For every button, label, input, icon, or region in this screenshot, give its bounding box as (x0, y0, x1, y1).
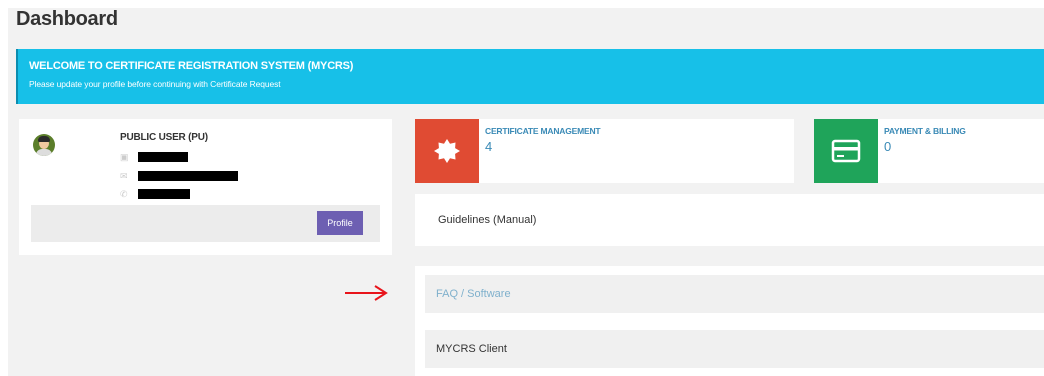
payment-tile-count: 0 (884, 139, 892, 154)
mycrs-client-label: MYCRS Client (436, 343, 507, 355)
red-arrow-icon (345, 285, 388, 301)
profile-footer: Profile (31, 205, 380, 242)
user-avatar-icon (33, 134, 55, 156)
guidelines-panel[interactable]: Guidelines (Manual) (415, 194, 1044, 246)
faq-software-label: FAQ / Software (436, 288, 511, 300)
tile-payment-billing[interactable]: PAYMENT & BILLING 0 (814, 119, 1044, 183)
guidelines-label: Guidelines (Manual) (438, 214, 537, 226)
phone-icon: ✆ (120, 189, 128, 199)
certificate-tile-label: CERTIFICATE MANAGEMENT (485, 126, 601, 136)
redacted-id (138, 152, 188, 162)
downloads-panel: FAQ / Software MYCRS Client (415, 266, 1044, 376)
banner-title: WELCOME TO CERTIFICATE REGISTRATION SYST… (29, 60, 354, 72)
mycrs-client-row[interactable]: MYCRS Client (425, 330, 1044, 368)
certificate-seal-icon (434, 139, 460, 163)
envelope-icon: ✉ (120, 171, 128, 181)
welcome-banner: WELCOME TO CERTIFICATE REGISTRATION SYST… (16, 49, 1044, 104)
redacted-email (138, 171, 238, 181)
user-profile-card: PUBLIC USER (PU) ▣ ✉ ✆ Profile (19, 119, 392, 255)
faq-software-link[interactable]: FAQ / Software (425, 275, 1044, 313)
banner-subtitle: Please update your profile before contin… (29, 79, 281, 89)
user-name: PUBLIC USER (PU) (120, 132, 208, 143)
id-card-icon: ▣ (120, 152, 129, 162)
certificate-tile-count: 4 (485, 139, 493, 154)
payment-tile-label: PAYMENT & BILLING (884, 126, 966, 136)
profile-button[interactable]: Profile (317, 211, 363, 235)
tile-certificate-management[interactable]: CERTIFICATE MANAGEMENT 4 (415, 119, 794, 183)
credit-card-icon (831, 139, 861, 163)
payment-tile-icon-box (814, 119, 878, 183)
certificate-tile-icon-box (415, 119, 479, 183)
redacted-phone (138, 189, 190, 199)
page-title: Dashboard (16, 8, 118, 30)
